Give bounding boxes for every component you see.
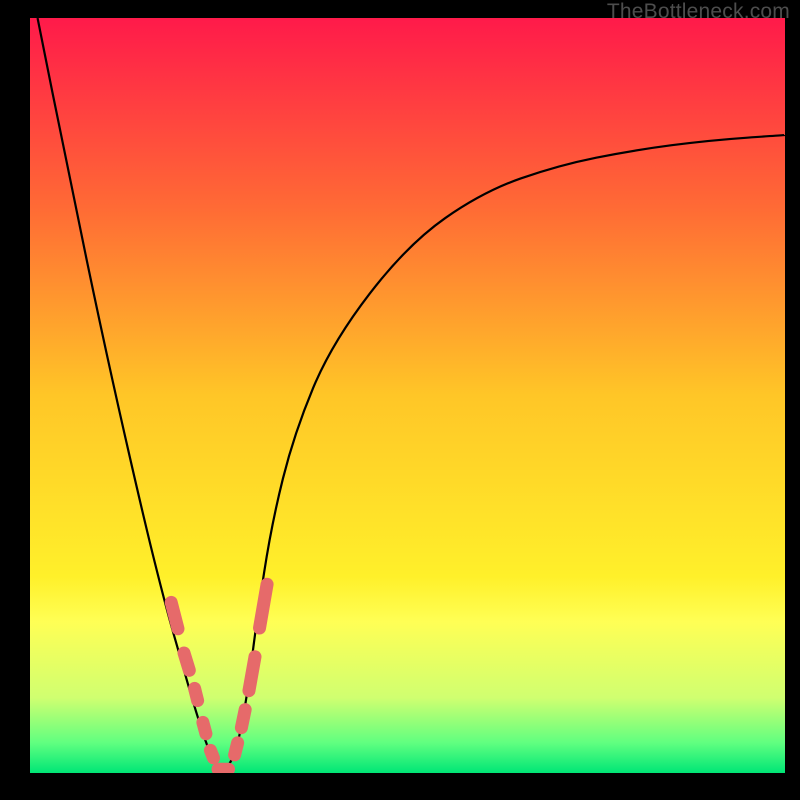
marker-pill bbox=[184, 653, 189, 670]
marker-pill bbox=[171, 602, 178, 628]
marker-pill bbox=[249, 657, 255, 691]
chart-frame bbox=[30, 18, 785, 773]
watermark-text: TheBottleneck.com bbox=[607, 0, 790, 24]
marker-pill bbox=[260, 584, 268, 628]
gradient-background bbox=[30, 18, 785, 773]
marker-pill bbox=[235, 743, 238, 755]
marker-pill bbox=[210, 750, 213, 758]
marker-pill bbox=[241, 710, 245, 728]
marker-pill bbox=[195, 688, 198, 700]
bottleneck-chart bbox=[30, 18, 785, 773]
marker-pill bbox=[203, 722, 206, 733]
